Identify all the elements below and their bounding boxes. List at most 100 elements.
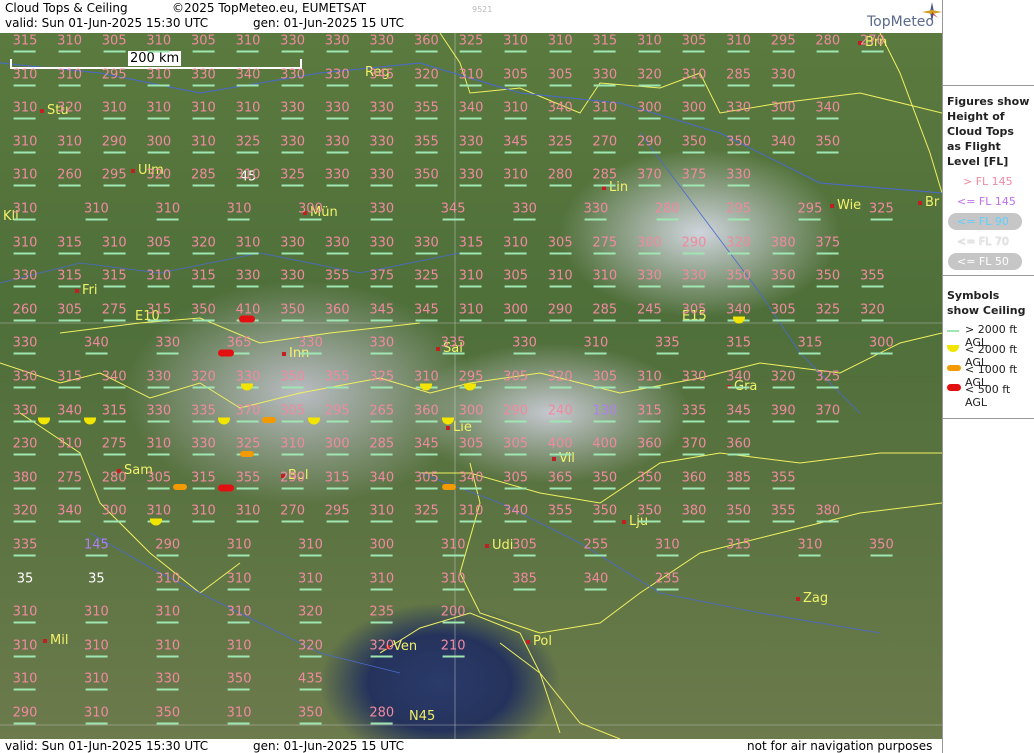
cloud-top-value: 365 [226,335,252,351]
cloud-top-value: 300 [636,235,662,251]
cloud-top-value: 390 [770,403,796,419]
cloud-top-value: 310 [12,604,38,620]
cloud-top-value: 360 [324,302,350,318]
cloud-top-value: 355 [324,268,350,284]
cloud-top-value: 330 [155,671,181,687]
cloud-top-value: 315 [726,335,752,351]
cloud-top-value: 310 [83,604,109,620]
cloud-top-value: 310 [190,100,216,116]
cloud-top-value: 310 [503,33,529,49]
cloud-top-value: 315 [324,470,350,486]
cloud-top-value: 380 [12,470,38,486]
cloud-top-value: 305 [503,436,529,452]
cloud-top-value: 350 [726,503,752,519]
satellite-map[interactable]: 200 km Reg Stu Ulm Mün Lin Wie Br Kli Fr… [0,33,942,739]
cloud-top-value: 330 [369,201,395,217]
cloud-top-value: 280 [369,705,395,721]
cloud-top-value: 310 [12,100,38,116]
cloud-top-value: 410 [235,302,261,318]
cloud-top-value: 330 [235,268,261,284]
cloud-top-value: 330 [12,268,38,284]
cloud-top-value: 310 [726,33,752,49]
cloud-top-value: 320 [770,369,796,385]
cloud-top-value: 350 [280,369,306,385]
footer-generation-time: gen: 01-Jun-2025 15 UTC [253,739,405,753]
cloud-top-value: 285 [190,167,216,183]
cloud-top-value: 330 [12,369,38,385]
cloud-top-value: 310 [592,100,618,116]
cloud-top-value: 295 [324,503,350,519]
cloud-top-value: 355 [859,268,885,284]
cloud-top-value: 310 [503,100,529,116]
cloud-top-value: 310 [235,235,261,251]
cloud-top-value: 330 [681,369,707,385]
cloud-top-value: 310 [146,268,172,284]
cloud-top-value: 275 [592,235,618,251]
cloud-top-value: 280 [547,167,573,183]
cloud-top-value: 315 [636,403,662,419]
cloud-top-value: 325 [458,33,484,49]
cloud-top-value: 310 [12,201,38,217]
cloud-top-value: 305 [681,33,707,49]
cloud-top-value: 320 [12,503,38,519]
cloud-top-value: 310 [797,537,823,553]
cloud-top-value: 330 [155,335,181,351]
cloud-top-value: 340 [458,470,484,486]
cloud-top-value: 330 [324,67,350,83]
cloud-top-value: 345 [440,201,466,217]
image-code: 9521 [472,5,493,14]
cloud-top-value: 310 [155,201,181,217]
cloud-top-value: 305 [681,302,707,318]
cloud-top-value: 330 [324,100,350,116]
cloud-top-value: 315 [190,268,216,284]
cloud-top-value: 345 [726,403,752,419]
cloud-top-value: 230 [12,436,38,452]
cloud-top-value: 360 [413,33,439,49]
cloud-top-value: 335 [12,537,38,553]
cloud-top-value: 310 [12,67,38,83]
cloud-top-value: 310 [235,167,261,183]
cloud-top-value: 290 [547,302,573,318]
ceiling-orange-icon [947,365,961,371]
cloud-top-value: 355 [413,134,439,150]
legend-fl-item: > FL 145 [963,175,1013,188]
cloud-top-value: 305 [770,302,796,318]
cloud-top-value: 330 [12,403,38,419]
legend-flight-level: Figures show Height of Cloud Tops as Fli… [943,85,1034,274]
cloud-top-value: 325 [235,436,261,452]
ceiling-yellow-icon [947,345,959,352]
cloud-top-value: 290 [636,134,662,150]
cloud-top-value: 320 [859,302,885,318]
cloud-top-value: 305 [503,67,529,83]
cloud-top-value: 255 [583,537,609,553]
cloud-top-value: 305 [512,537,537,553]
cloud-top-value: 330 [190,67,216,83]
cloud-top-value: 310 [440,571,466,587]
cloud-top-value: 315 [12,33,38,49]
cloud-top-value: 310 [681,67,707,83]
cloud-top-value: 325 [815,369,841,385]
cloud-top-value: 330 [190,436,216,452]
cloud-top-value: 310 [101,100,127,116]
cloud-top-value: 325 [413,503,439,519]
cloud-top-value: 245 [636,302,662,318]
legend-fl-item: <= FL 70 [957,235,1009,248]
cloud-top-value: 330 [146,403,172,419]
cloud-top-value: 350 [815,268,841,284]
legend-ceiling-title: Symbols show Ceiling [947,289,1026,317]
cloud-top-value: 310 [636,369,662,385]
generation-time: gen: 01-Jun-2025 15 UTC [253,16,405,30]
cloud-top-value: 310 [155,604,181,620]
cloud-top-value: 350 [190,302,216,318]
cloud-top-value: 310 [57,67,83,83]
cloud-top-value: 145 [83,537,109,553]
cloud-top-value: 315 [797,335,823,351]
cloud-top-value: 240 [547,403,573,419]
city-pol: Pol [526,634,552,649]
cloud-top-value: 330 [324,134,350,150]
cloud-top-value: 310 [235,33,261,49]
cloud-top-value: 320 [413,67,439,83]
ceiling-symbol-red [218,484,234,492]
cloud-top-value: 305 [503,470,529,486]
cloud-top-value: 330 [280,33,306,49]
